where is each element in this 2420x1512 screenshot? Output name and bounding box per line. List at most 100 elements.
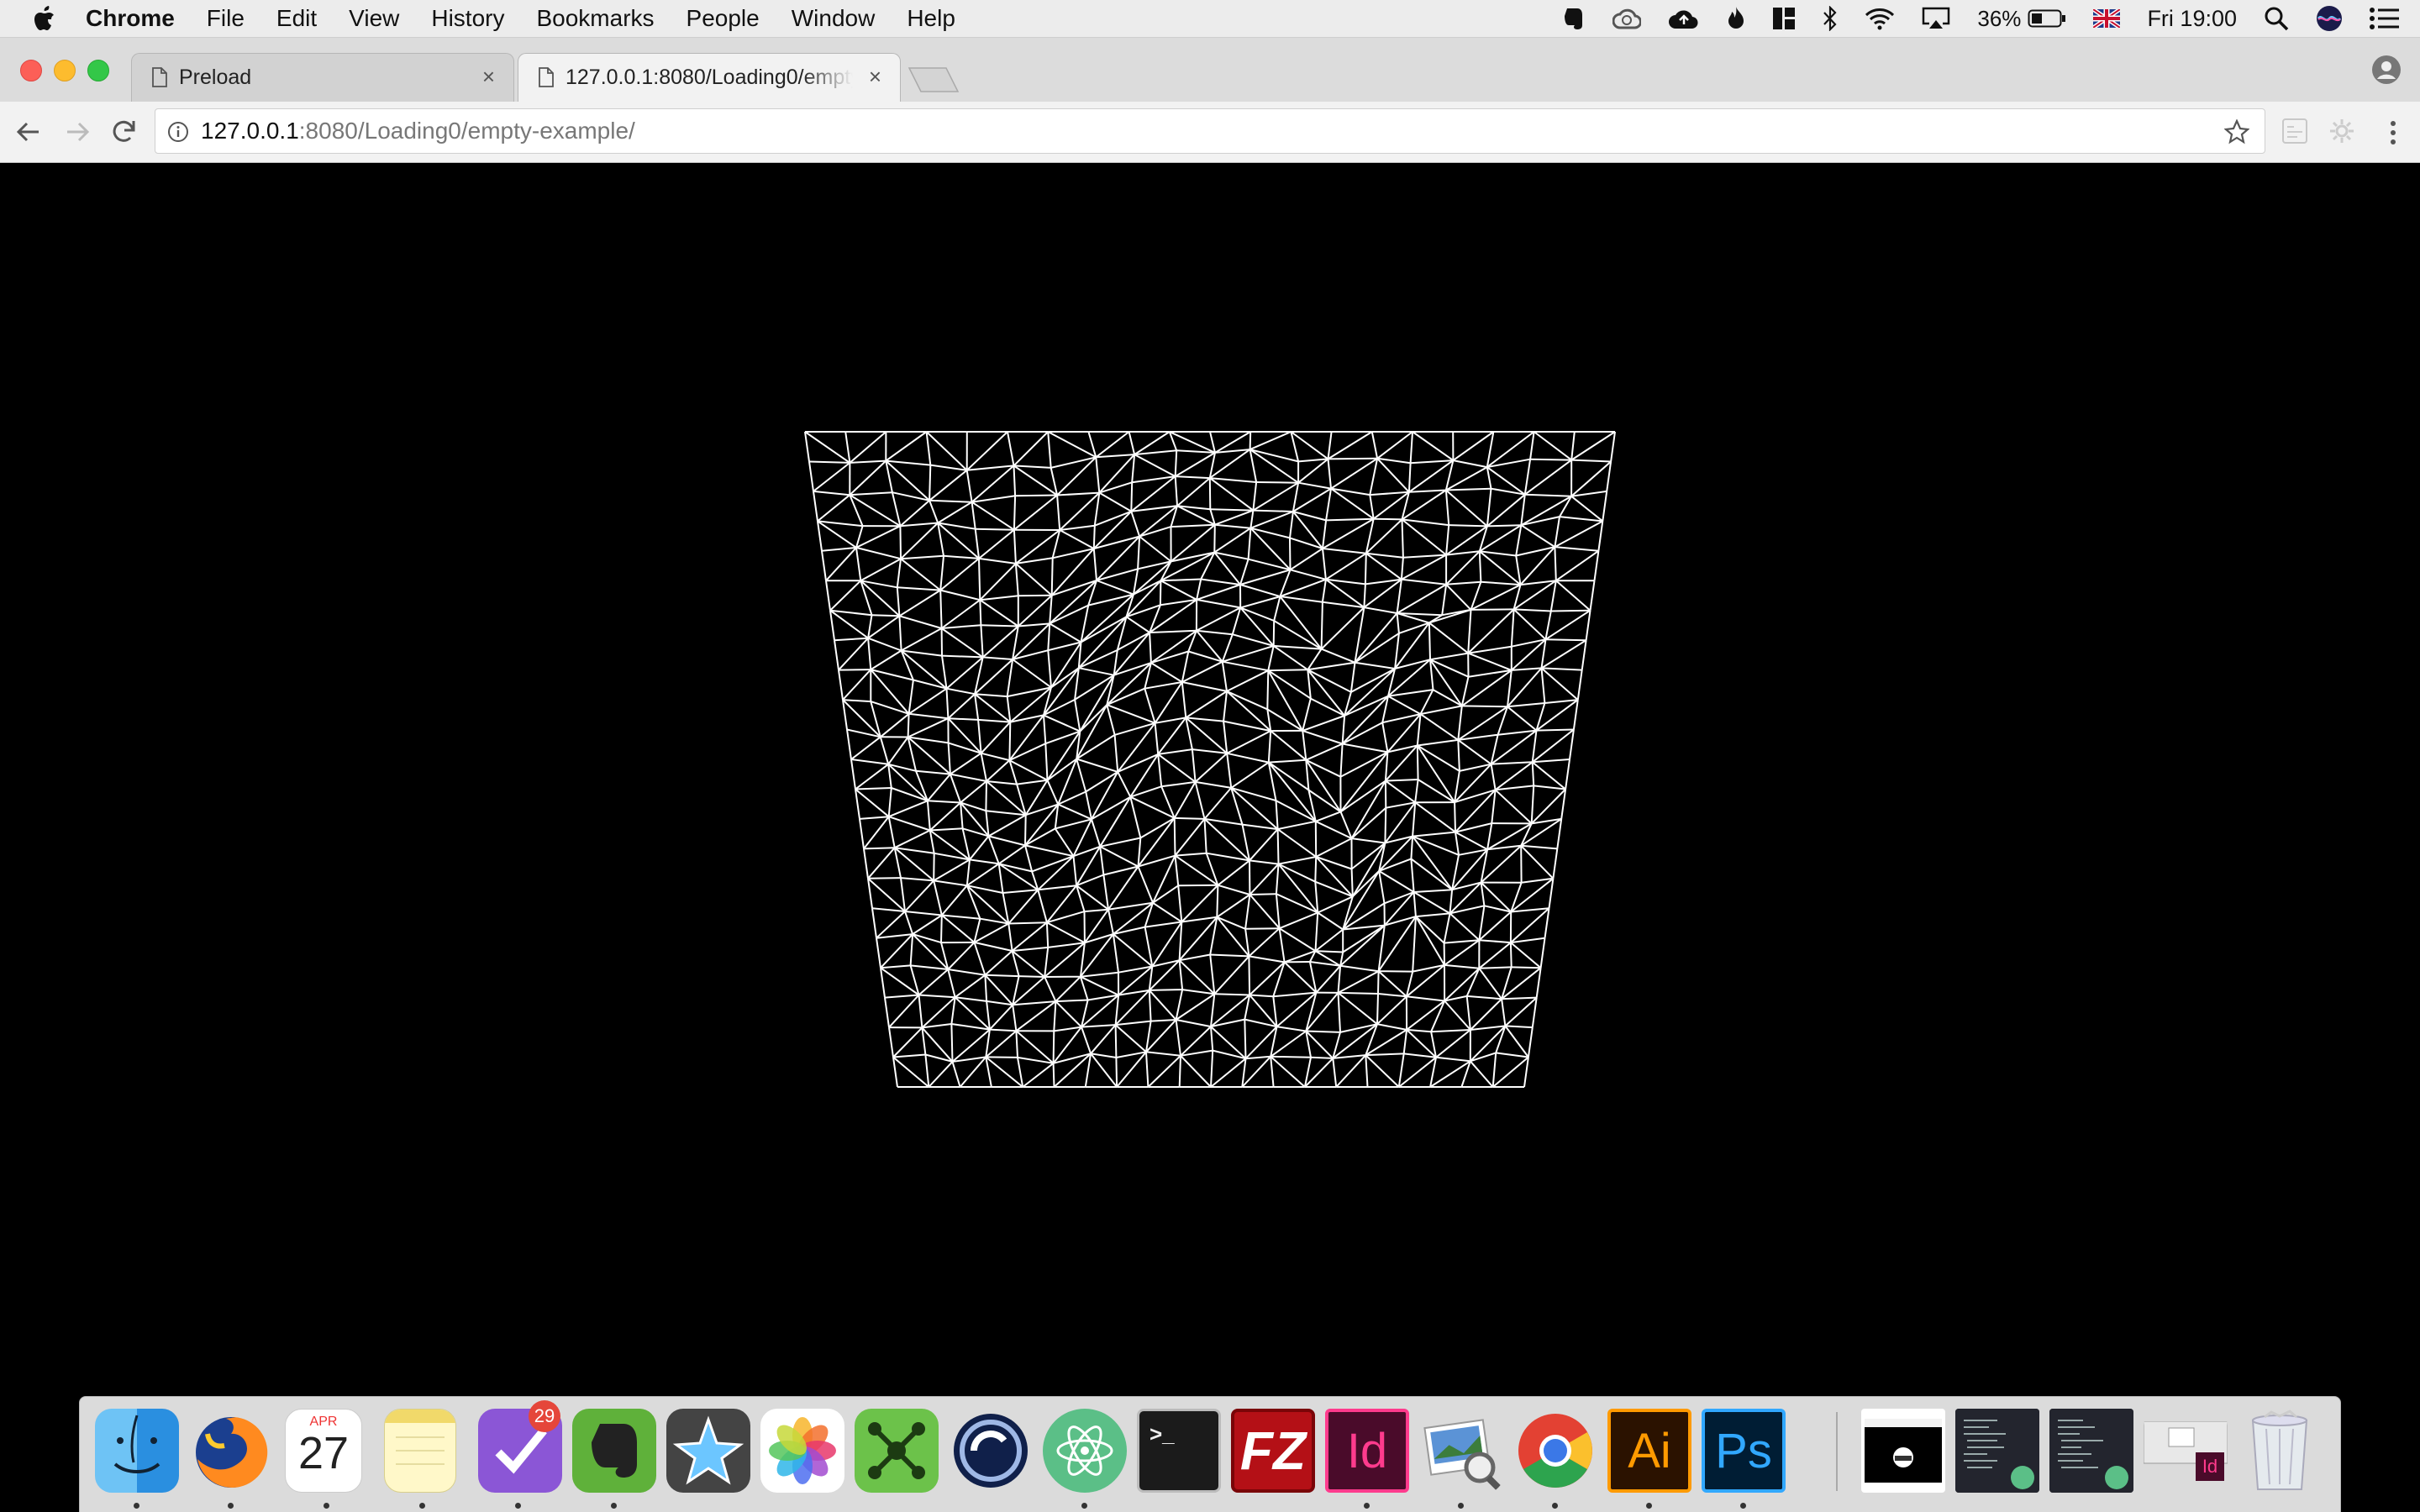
chrome-icon[interactable] [1513,1409,1597,1493]
mesh-edge [1185,690,1228,719]
mesh-edge [1376,1023,1407,1031]
mesh-edge [1056,495,1061,531]
tab-preload[interactable]: Preload × [131,53,514,102]
close-window-button[interactable] [20,60,42,81]
mesh-edge [1245,1055,1271,1060]
mesh-edge [1046,911,1085,924]
minimized-window-icon[interactable] [1861,1409,1945,1493]
trash-icon[interactable] [2238,1409,2322,1493]
evernote-status-icon[interactable] [1562,6,1586,31]
indesign-icon[interactable]: Id [1325,1409,1409,1493]
spotlight-search-icon[interactable] [2264,6,2289,31]
mesh-edge [1249,994,1274,998]
mesh-edge [1396,612,1400,633]
menu-bookmarks[interactable]: Bookmarks [536,5,654,32]
minimized-window-icon[interactable] [2049,1409,2133,1493]
new-tab-button[interactable] [908,66,960,93]
menu-history[interactable]: History [431,5,504,32]
tab-empty-example[interactable]: 127.0.0.1:8080/Loading0/empty-example/ × [518,53,901,102]
mesh-edge [804,431,810,462]
mesh-edge [1524,493,1572,497]
mesh-edge [1315,837,1352,858]
cloud-upload-icon[interactable] [1668,8,1700,29]
site-info-icon[interactable] [167,121,189,143]
minimize-window-button[interactable] [54,60,76,81]
preview-icon[interactable] [1419,1409,1503,1493]
mindmap-icon[interactable] [855,1409,939,1493]
calendar-icon[interactable]: APR 27 [285,1409,362,1493]
mesh-edge [1378,870,1386,904]
siri-icon[interactable] [2316,5,2343,32]
mesh-edge [855,546,902,560]
more-menu-icon[interactable] [2390,120,2396,145]
uk-flag-icon[interactable] [2093,9,2121,28]
mesh-edge [1478,942,1512,969]
bookmark-star-icon[interactable] [2224,119,2249,144]
mesh-edge [1461,669,1512,707]
extension-gear-icon[interactable] [2328,117,2356,145]
flame-icon[interactable] [1727,6,1745,31]
mesh-edge [1509,942,1512,968]
mesh-edge [1504,996,1538,1027]
menu-app-name[interactable]: Chrome [86,5,175,32]
mesh-edge [939,555,944,591]
close-tab-icon[interactable]: × [869,64,881,90]
terminal-icon[interactable]: >_ [1137,1409,1221,1493]
menu-view[interactable]: View [349,5,399,32]
notification-badge: 29 [529,1400,560,1432]
mesh-edge [969,835,990,861]
url-text[interactable]: 127.0.0.1:8080/Loading0/empty-example/ [201,118,635,144]
address-bar[interactable]: 127.0.0.1:8080/Loading0/empty-example/ [155,108,2265,154]
airplay-icon[interactable] [1922,7,1950,30]
mesh-edge [1232,633,1274,647]
notification-center-icon[interactable] [2370,7,2400,30]
back-arrow-icon[interactable] [13,117,44,147]
firefox-icon[interactable] [189,1409,273,1493]
zoom-window-button[interactable] [87,60,109,81]
creative-cloud-status-icon[interactable] [1612,8,1642,29]
mesh-edge [1481,580,1521,586]
cinema4d-icon[interactable] [949,1409,1033,1493]
photoshop-icon[interactable]: Ps [1702,1409,1786,1493]
menu-window[interactable]: Window [792,5,876,32]
close-tab-icon[interactable]: × [482,64,495,90]
bluetooth-icon[interactable] [1823,6,1838,31]
page-canvas[interactable] [0,163,2420,1394]
clock[interactable]: Fri 19:00 [2147,6,2237,32]
menu-edit[interactable]: Edit [276,5,317,32]
mesh-edge [1249,828,1279,862]
extension-icon[interactable] [2281,117,2309,145]
mesh-edge [888,1026,894,1058]
mesh-edge [1544,611,1552,640]
minimized-window-icon[interactable] [1955,1409,2039,1493]
mesh-edge [1376,457,1411,465]
menu-people[interactable]: People [687,5,760,32]
filezilla-icon[interactable]: FZ [1231,1409,1315,1493]
mesh-edge [1435,1029,1471,1058]
photos-icon[interactable] [760,1409,844,1493]
instruments-icon[interactable] [666,1409,750,1493]
menu-file[interactable]: File [207,5,245,32]
window-layout-icon[interactable] [1772,7,1796,30]
mesh-edge [949,774,962,803]
profile-avatar-icon[interactable] [2371,55,2402,85]
mesh-edge [988,835,1026,847]
evernote-icon[interactable] [572,1409,656,1493]
forward-arrow-icon[interactable] [62,117,92,147]
wifi-icon[interactable] [1865,7,1895,30]
battery-icon[interactable] [2028,8,2066,29]
menu-help[interactable]: Help [907,5,955,32]
notes-icon[interactable] [384,1409,456,1493]
finder-icon[interactable] [95,1409,179,1493]
mesh-edge [1052,1031,1055,1063]
mesh-edge [1046,921,1086,944]
mesh-edge [1115,1020,1151,1026]
mesh-edge [900,558,941,591]
mesh-edge [1520,845,1555,879]
minimized-window-icon[interactable]: Id [2144,1409,2228,1493]
reload-icon[interactable] [109,117,139,147]
apple-icon[interactable] [34,6,55,31]
illustrator-icon[interactable]: Ai [1607,1409,1691,1493]
mesh-edge [867,847,896,879]
atom-icon[interactable] [1043,1409,1127,1493]
